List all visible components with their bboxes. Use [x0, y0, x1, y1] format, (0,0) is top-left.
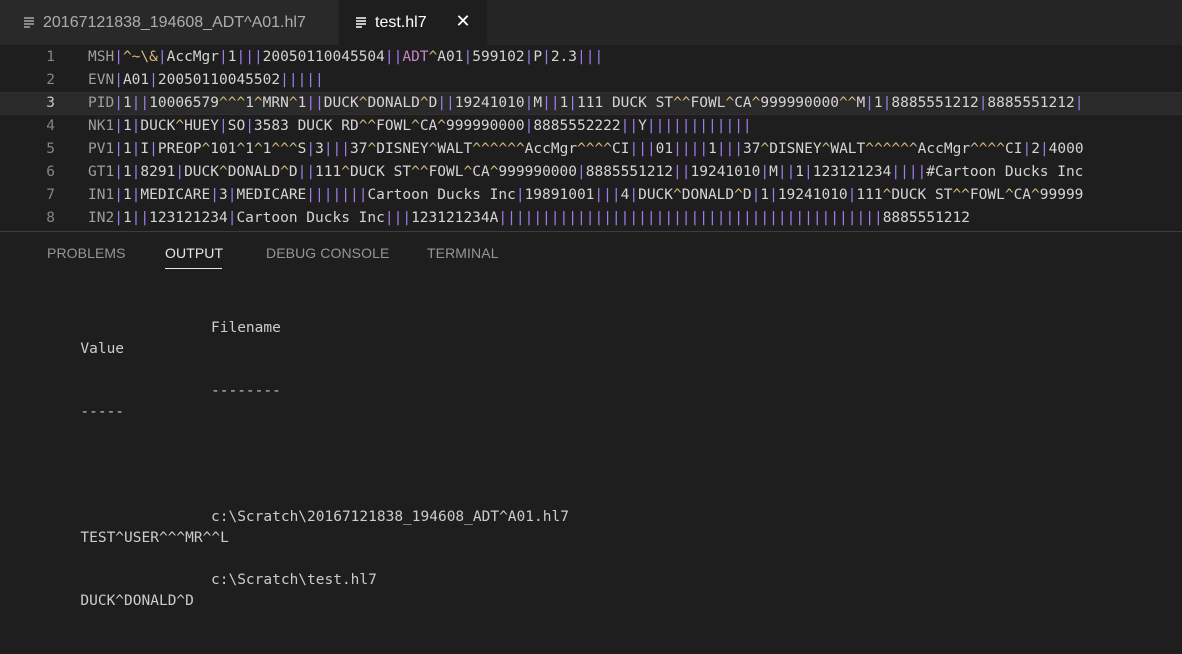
tab-terminal[interactable]: TERMINAL: [427, 245, 499, 261]
line-number: 4: [46, 118, 55, 134]
value-header: Value: [80, 341, 125, 357]
line-text: MSH|^~\&|AccMgr|1|||20050110045504||ADT^…: [88, 49, 604, 65]
tab-output[interactable]: OUTPUT: [165, 245, 223, 261]
code-editor[interactable]: 1 MSH|^~\&|AccMgr|1|||20050110045504||ADT…: [0, 45, 1182, 232]
code-line[interactable]: 8 IN2|1||123121234|Cartoon Ducks Inc|||12…: [0, 207, 1182, 230]
code-line[interactable]: 6 GT1|1|8291|DUCK^DONALD^D||111^DUCK ST^^…: [0, 161, 1182, 184]
value-separator: -----: [80, 404, 125, 420]
tab-label: 20167121838_194608_ADT^A01.hl7: [43, 13, 306, 31]
output-blank-row: [28, 444, 229, 465]
tab-problems[interactable]: PROBLEMS: [47, 245, 126, 261]
line-number: 6: [46, 164, 55, 180]
output-view[interactable]: Value Filename ----- -------- TEST^USER^…: [28, 276, 569, 633]
output-filename: c:\Scratch\20167121838_194608_ADT^A01.hl…: [211, 509, 569, 525]
file-lines-icon: [356, 17, 366, 28]
filename-header: Filename: [211, 320, 281, 336]
code-line[interactable]: 3 PID|1||10006579^^^1^MRN^1||DUCK^DONALD^…: [0, 92, 1182, 115]
code-line[interactable]: 7 IN1|1|MEDICARE|3|MEDICARE|||||||Cartoon…: [0, 184, 1182, 207]
line-number: 5: [46, 141, 55, 157]
line-text: IN2|1||123121234|Cartoon Ducks Inc|||123…: [88, 210, 970, 226]
line-number: 3: [46, 95, 55, 111]
line-text: PID|1||10006579^^^1^MRN^1||DUCK^DONALD^D…: [88, 95, 1084, 111]
line-number: 1: [46, 49, 55, 65]
output-filename: c:\Scratch\test.hl7: [211, 572, 377, 588]
bottom-panel: PROBLEMS OUTPUT DEBUG CONSOLE TERMINAL V…: [0, 232, 1182, 609]
line-number: 2: [46, 72, 55, 88]
file-lines-icon: [24, 17, 34, 28]
code-line[interactable]: 5 PV1|1|I|PREOP^101^1^1^^^S|3|||37^DISNEY…: [0, 138, 1182, 161]
tab-label: test.hl7: [375, 13, 427, 31]
output-separator-row: ----- --------: [28, 381, 280, 420]
output-value: DUCK^DONALD^D: [80, 593, 194, 609]
line-number: 8: [46, 210, 55, 226]
line-number: 7: [46, 187, 55, 203]
tab-adt-file[interactable]: 20167121838_194608_ADT^A01.hl7: [0, 0, 338, 45]
tab-test-hl7[interactable]: test.hl7 ✕: [339, 0, 487, 45]
close-icon[interactable]: ✕: [452, 10, 474, 32]
output-value: TEST^USER^^^MR^^L: [80, 530, 229, 546]
filename-separator: --------: [211, 383, 281, 399]
output-row: DUCK^DONALD^D c:\Scratch\test.hl7: [28, 570, 376, 609]
code-line[interactable]: 2 EVN|A01|20050110045502|||||: [0, 69, 1182, 92]
output-header-row: Value Filename: [28, 318, 280, 357]
line-text: EVN|A01|20050110045502|||||: [88, 72, 324, 88]
editor-tab-bar: 20167121838_194608_ADT^A01.hl7 test.hl7 …: [0, 0, 1182, 45]
line-text: GT1|1|8291|DUCK^DONALD^D||111^DUCK ST^^F…: [88, 164, 1084, 180]
tab-debug-console[interactable]: DEBUG CONSOLE: [266, 245, 389, 261]
line-text: PV1|1|I|PREOP^101^1^1^^^S|3|||37^DISNEY^…: [88, 141, 1084, 157]
code-line[interactable]: 1 MSH|^~\&|AccMgr|1|||20050110045504||ADT…: [0, 46, 1182, 69]
code-line[interactable]: 4 NK1|1|DUCK^HUEY|SO|3583 DUCK RD^^FOWL^C…: [0, 115, 1182, 138]
line-text: IN1|1|MEDICARE|3|MEDICARE|||||||Cartoon …: [88, 187, 1084, 203]
active-tab-indicator: [165, 268, 222, 269]
line-text: NK1|1|DUCK^HUEY|SO|3583 DUCK RD^^FOWL^CA…: [88, 118, 752, 134]
output-row: TEST^USER^^^MR^^L c:\Scratch\20167121838…: [28, 507, 569, 546]
